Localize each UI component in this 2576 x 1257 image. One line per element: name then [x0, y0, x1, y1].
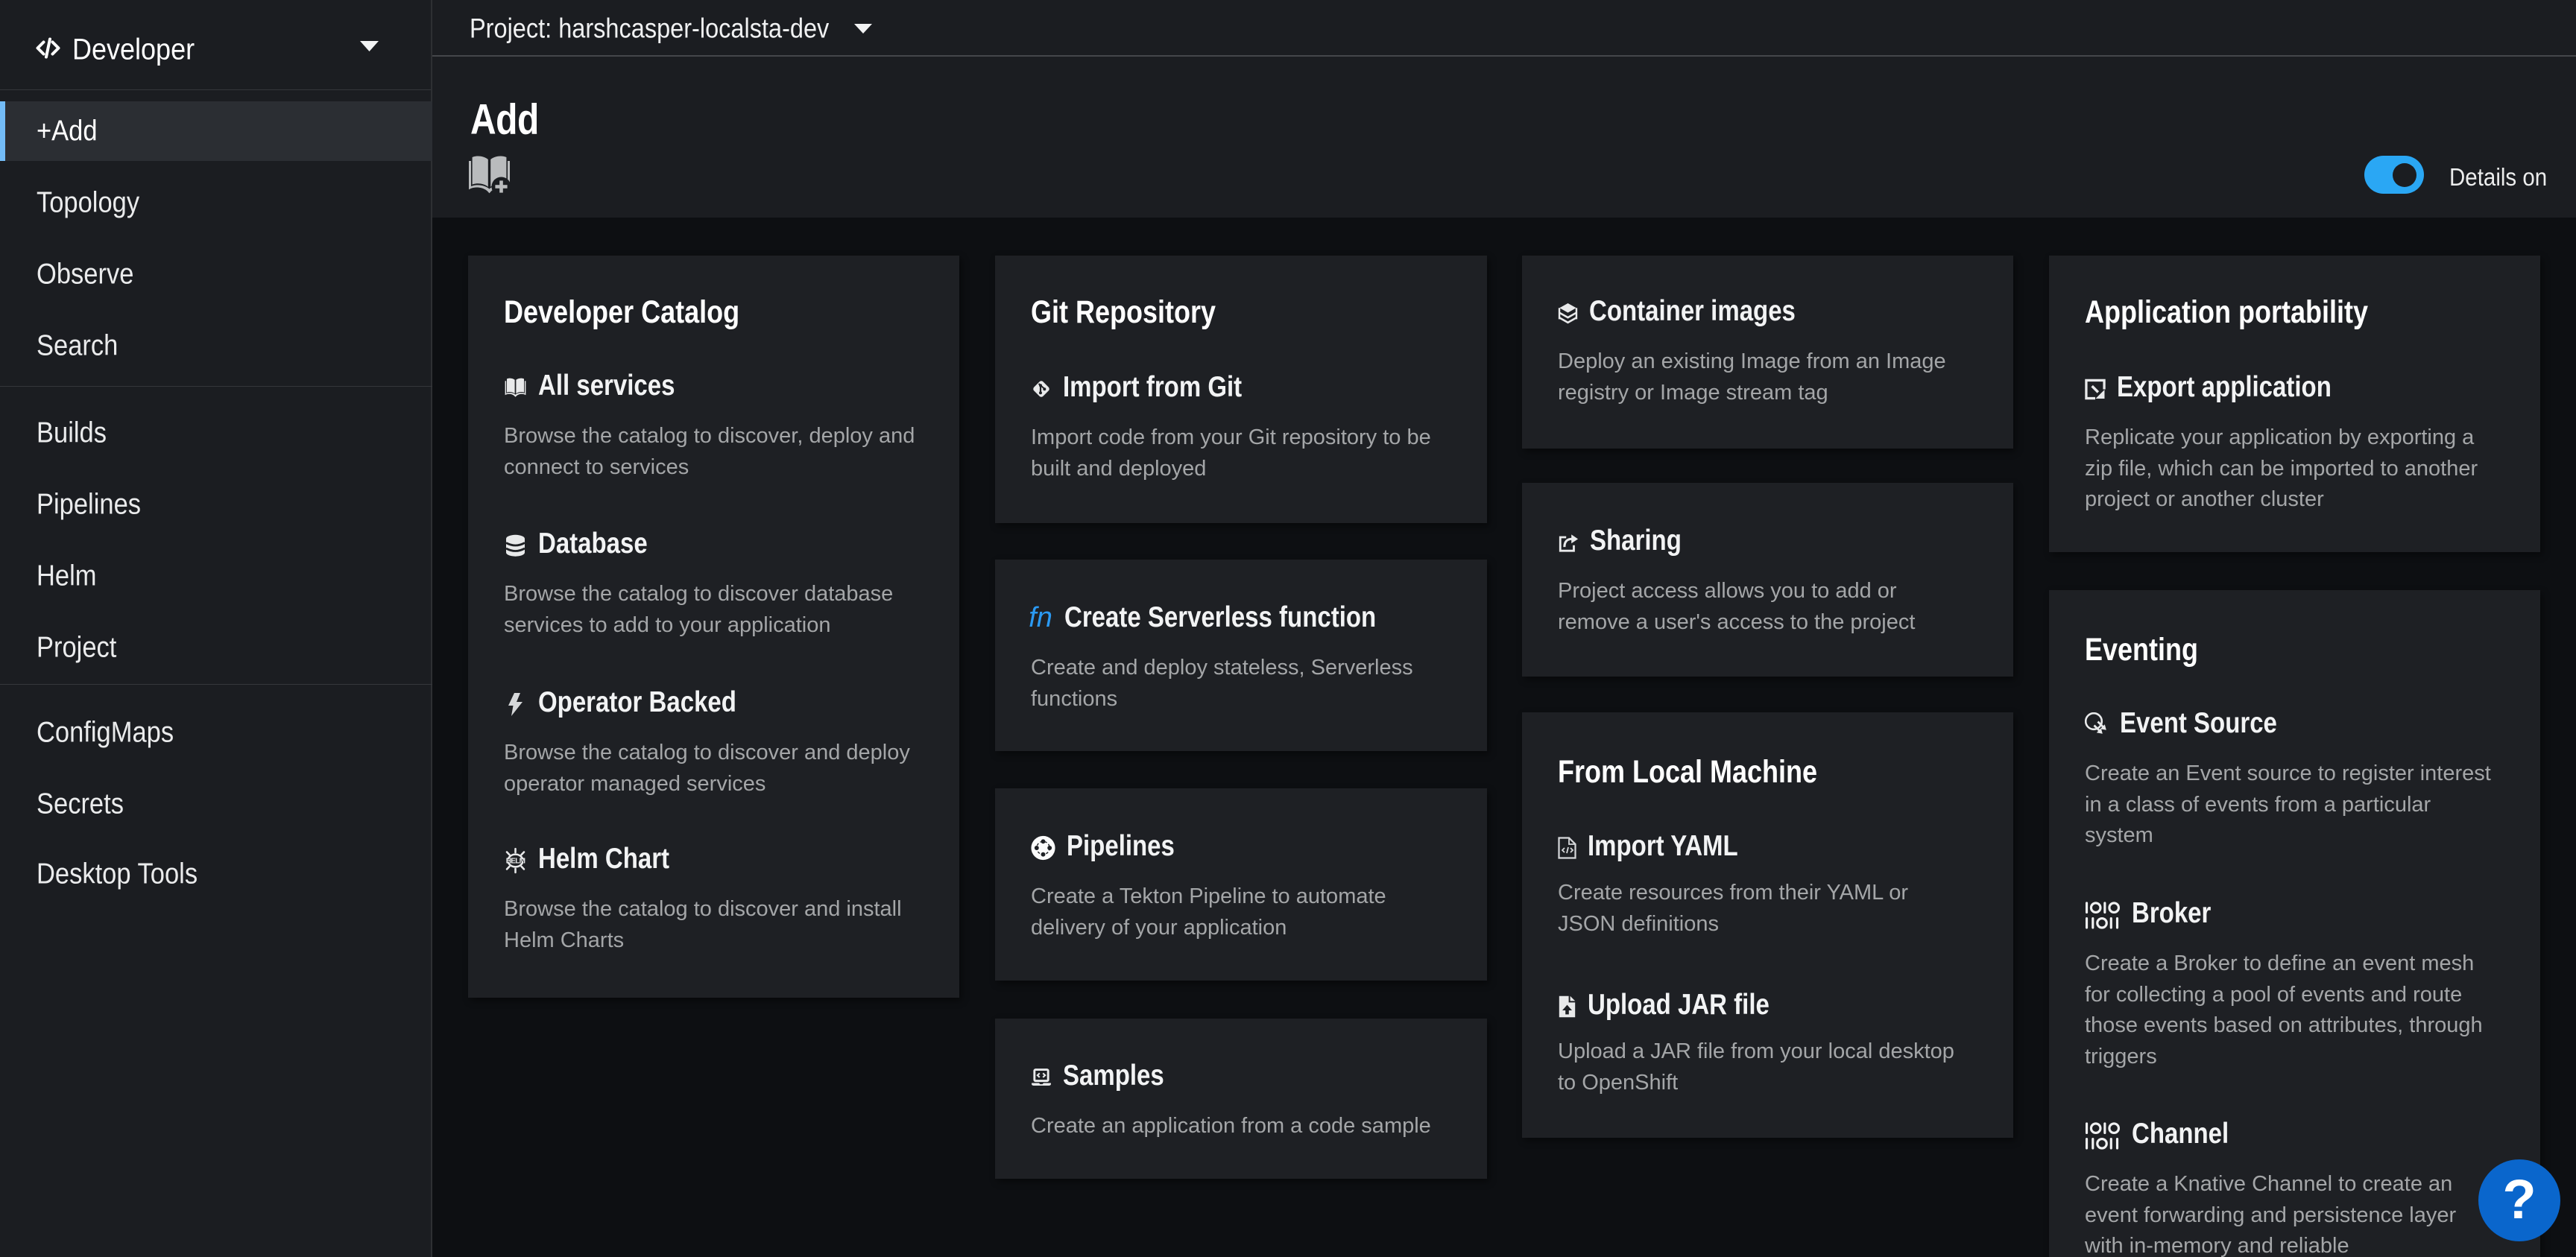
svg-text:HELM: HELM [506, 857, 525, 865]
